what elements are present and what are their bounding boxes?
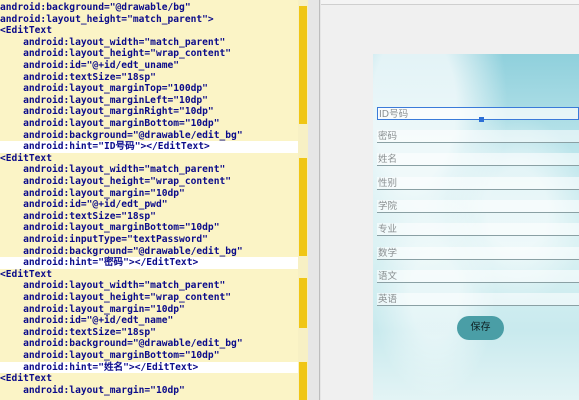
code-line[interactable]: android:layout_width="match_parent" <box>0 280 298 292</box>
layout-preview: 保存 ID号码密码姓名性别学院专业数学语文英语 <box>373 54 579 400</box>
code-line[interactable]: android:layout_margin="10dp" <box>0 304 298 316</box>
save-button[interactable]: 保存 <box>457 316 504 340</box>
code-line[interactable]: android:hint="ID号码"></EditText> <box>0 141 298 153</box>
code-line[interactable]: <EditText <box>0 269 298 281</box>
code-line[interactable]: android:textSize="18sp" <box>0 327 298 339</box>
code-line[interactable]: android:layout_margin="10dp" <box>0 188 298 200</box>
code-line[interactable]: android:textSize="18sp" <box>0 211 298 223</box>
code-line[interactable]: android:inputType="textPassword" <box>0 234 298 246</box>
split-pane-divider[interactable] <box>308 0 321 400</box>
ruler-marker <box>299 362 307 400</box>
code-line[interactable]: android:hint="姓名"></EditText> <box>0 361 298 374</box>
code-line[interactable]: android:layout_width="match_parent" <box>0 164 298 176</box>
code-line[interactable]: android:layout_marginRight="10dp" <box>0 106 298 118</box>
ruler-marker <box>299 278 307 328</box>
code-line[interactable]: android:layout_width="match_parent" <box>0 37 298 49</box>
code-line[interactable]: android:layout_height="wrap_content" <box>0 292 298 304</box>
code-line[interactable]: android:layout_marginBottom="10dp" <box>0 222 298 234</box>
edittext-field[interactable]: 性别 <box>377 177 579 190</box>
code-line[interactable]: android:layout_marginBottom="10dp" <box>0 118 298 130</box>
edittext-field[interactable]: 姓名 <box>377 153 579 166</box>
code-line[interactable]: android:background="@drawable/edit_bg" <box>0 130 298 142</box>
code-line[interactable]: android:layout_marginLeft="10dp" <box>0 95 298 107</box>
design-toolbar <box>321 0 579 5</box>
code-line[interactable]: android:id="@+id/edt_name" <box>0 315 298 327</box>
code-line[interactable]: <EditText <box>0 153 298 165</box>
code-line[interactable]: <EditText <box>0 373 298 385</box>
code-line[interactable]: android:layout_marginTop="100dp" <box>0 83 298 95</box>
code-line[interactable]: android:layout_marginBottom="10dp" <box>0 350 298 362</box>
selection-handle[interactable] <box>479 117 484 122</box>
ruler-marker <box>299 6 307 124</box>
code-line[interactable]: android:textSize="18sp" <box>0 72 298 84</box>
code-line[interactable]: android:background="@drawable/edit_bg" <box>0 246 298 258</box>
edittext-field[interactable]: 专业 <box>377 223 579 236</box>
code-line[interactable]: android:id="@+id/edt_pwd" <box>0 199 298 211</box>
code-line[interactable]: android:layout_height="match_parent"> <box>0 14 298 26</box>
code-line[interactable]: android:id="@+id/edt_uname" <box>0 60 298 72</box>
code-line[interactable]: android:layout_height="wrap_content" <box>0 176 298 188</box>
edittext-field[interactable]: 英语 <box>377 293 579 306</box>
edittext-field[interactable]: 学院 <box>377 200 579 213</box>
code-line[interactable]: android:hint="密码"></EditText> <box>0 257 298 269</box>
edittext-field[interactable]: 语文 <box>377 270 579 283</box>
code-line[interactable]: android:layout_height="wrap_content" <box>0 48 298 60</box>
xml-code-editor[interactable]: android:background="@drawable/bg" android… <box>0 0 308 400</box>
code-line[interactable]: android:background="@drawable/bg" <box>0 2 298 14</box>
edittext-field[interactable]: ID号码 <box>377 107 579 120</box>
ruler-marker <box>299 158 307 256</box>
edittext-field[interactable]: 密码 <box>377 130 579 143</box>
code-line[interactable]: android:background="@drawable/edit_bg" <box>0 338 298 350</box>
code-line[interactable]: <EditText <box>0 25 298 37</box>
edittext-field[interactable]: 数学 <box>377 247 579 260</box>
code-line[interactable]: android:layout_margin="10dp" <box>0 385 298 397</box>
